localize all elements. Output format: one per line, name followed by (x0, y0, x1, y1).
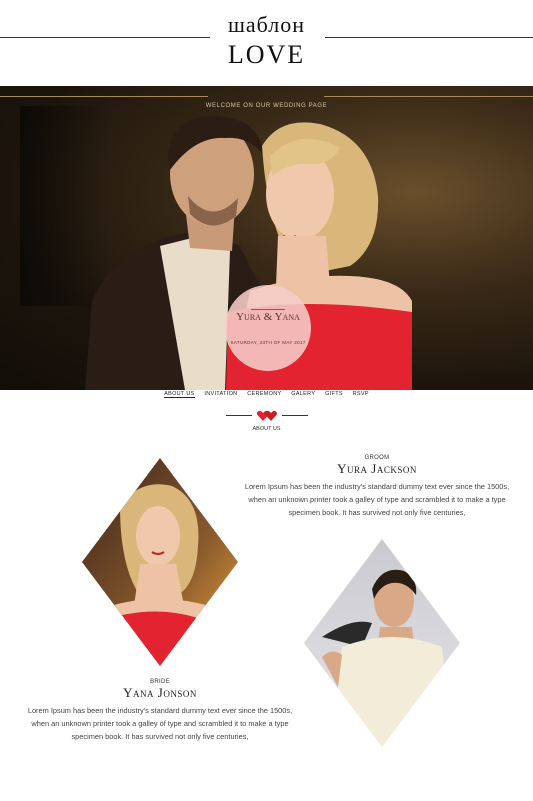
bride-photo (82, 458, 238, 666)
couple-names: Yura & Yana (236, 311, 300, 323)
site-header: шаблон LOVE (0, 0, 533, 86)
nav-item-invitation[interactable]: INVITATION (204, 391, 237, 397)
nav-item-about-us[interactable]: ABOUT US (164, 391, 195, 398)
wedding-date: SATURDAY, 23TH OF MAY 2017 (230, 340, 306, 345)
couple-badge: Yura & Yana SATURDAY, 23TH OF MAY 2017 (225, 285, 311, 371)
nav-item-ceremony[interactable]: CEREMONY (247, 391, 281, 397)
logo-line-1[interactable]: шаблон (0, 12, 533, 38)
groom-name: Yura Jackson (337, 461, 417, 476)
nav-item-galery[interactable]: GALERY (291, 391, 315, 397)
groom-photo (304, 539, 460, 747)
badge-divider (251, 309, 285, 310)
bride-name: Yana Jonson (123, 685, 197, 700)
about-title: ABOUT US (252, 426, 281, 432)
about-divider-right (282, 415, 308, 416)
groom-info: GROOM Yura Jackson Lorem Ipsum has been … (242, 455, 512, 519)
main-nav: ABOUT US INVITATION CEREMONY GALERY GIFT… (0, 391, 533, 398)
groom-bio: Lorem Ipsum has been the industry's stan… (244, 482, 510, 517)
nav-item-rsvp[interactable]: RSVP (353, 391, 369, 397)
hearts-icon (256, 410, 277, 421)
nav-item-gifts[interactable]: GIFTS (325, 391, 343, 397)
hero-banner: WELCOME ON OUR WEDDING PAGE Yura & Yana … (0, 86, 533, 390)
logo-line-2[interactable]: LOVE (0, 40, 533, 70)
about-divider-left (226, 415, 252, 416)
bride-info: BRIDE Yana Jonson Lorem Ipsum has been t… (25, 679, 295, 743)
bride-bio: Lorem Ipsum has been the industry's stan… (27, 706, 293, 741)
